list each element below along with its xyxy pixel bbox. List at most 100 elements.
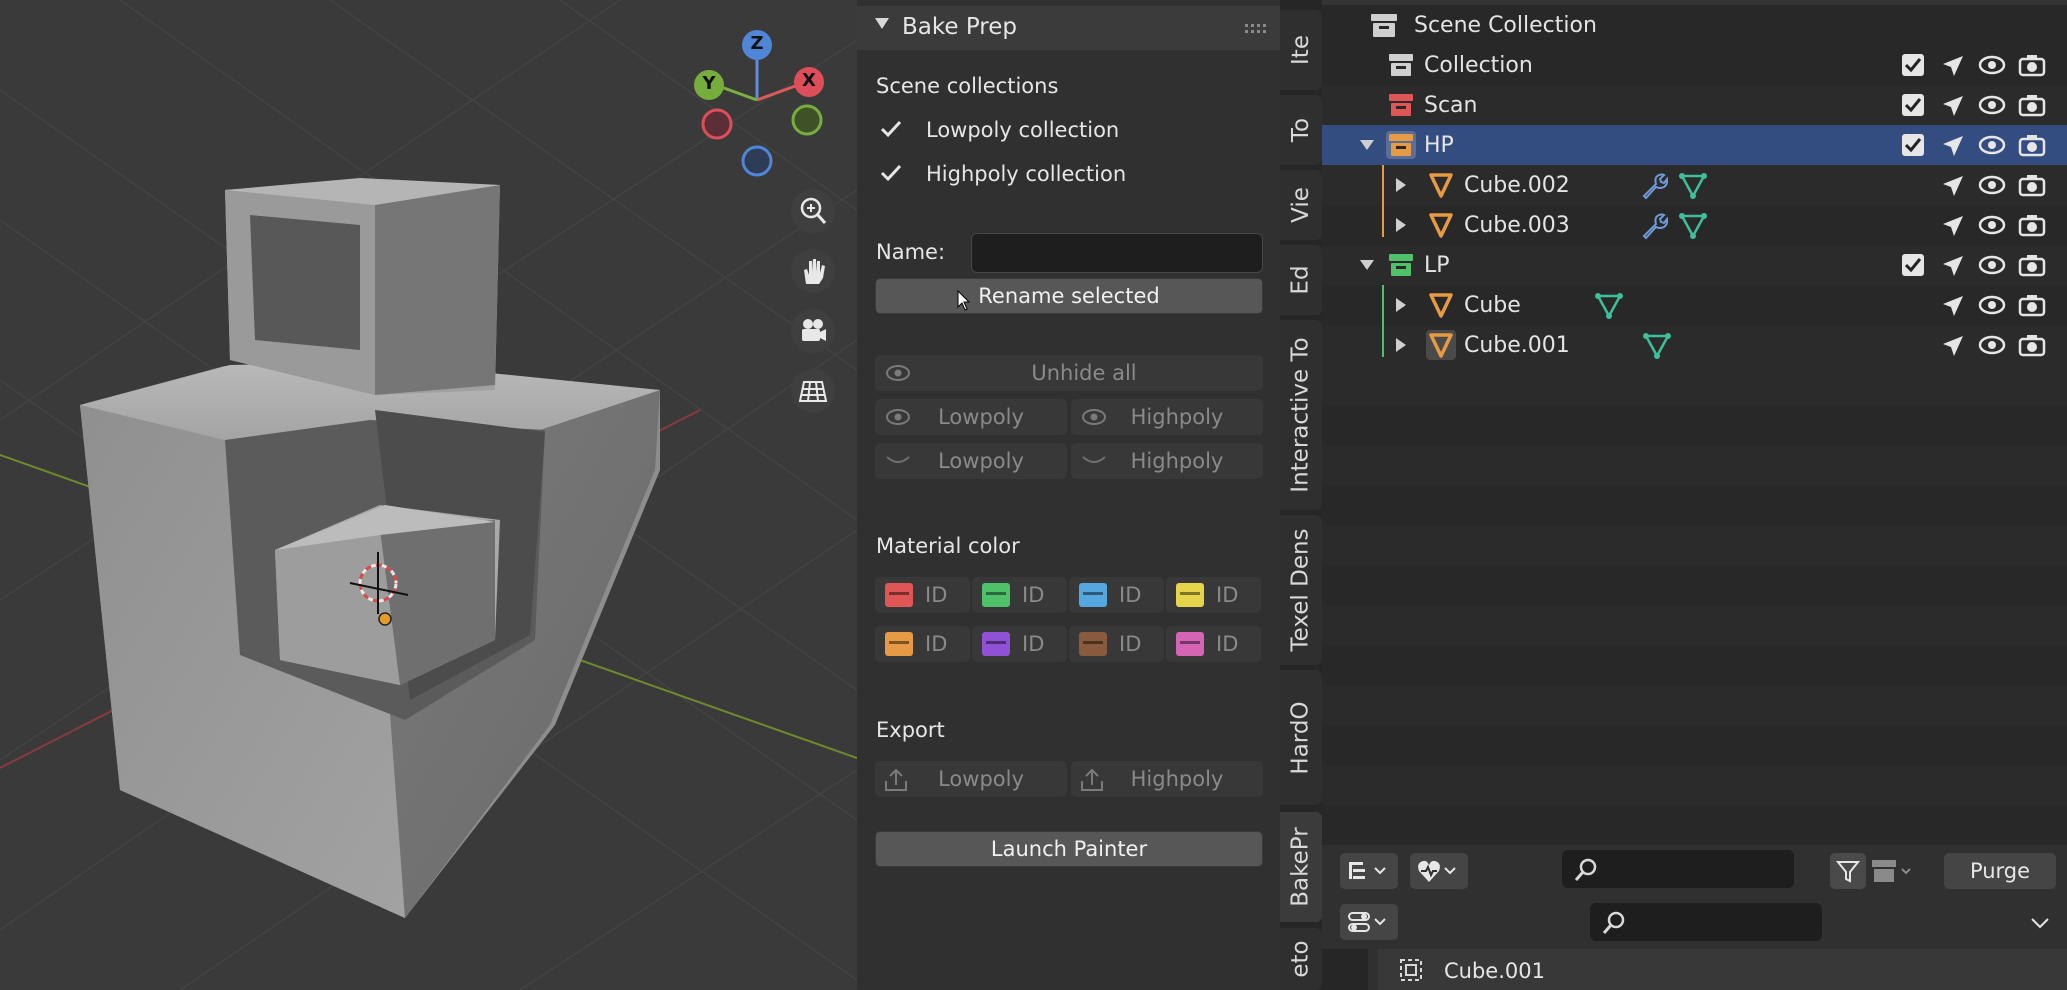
render-camera-icon[interactable] [2018,293,2046,317]
show-highpoly-button[interactable]: Highpoly [1071,399,1263,435]
hide-lowpoly-button[interactable]: Lowpoly [875,443,1067,479]
mesh-data-icon[interactable] [1678,212,1708,240]
material-id-button[interactable]: ID [1166,577,1261,613]
tab-interactive-tools[interactable]: Interactive To [1280,320,1322,510]
highpoly-collection-label: Highpoly collection [926,162,1127,186]
collection-row[interactable]: HP [1322,125,2067,165]
exclude-checkbox[interactable] [1902,94,1924,116]
object-row[interactable]: Cube [1322,285,2067,325]
tab-tool[interactable]: To [1280,95,1322,165]
wrench-modifier-icon[interactable] [1638,212,1668,240]
render-camera-icon[interactable] [2018,93,2046,117]
select-arrow-icon[interactable] [1941,294,1965,318]
collapse-arrow-icon[interactable] [875,18,889,29]
eye-icon[interactable] [1978,175,2006,195]
material-id-button[interactable]: ID [1069,626,1164,662]
material-id-button[interactable]: ID [972,626,1067,662]
select-arrow-icon[interactable] [1941,54,1965,78]
tab-edit[interactable]: Ed [1280,245,1322,315]
expand-right-icon[interactable] [1396,298,1406,312]
material-id-button[interactable]: ID [972,577,1067,613]
select-arrow-icon[interactable] [1941,254,1965,278]
hand-pan-icon[interactable] [791,249,835,293]
render-camera-icon[interactable] [2018,213,2046,237]
collection-row[interactable]: Scan [1322,85,2067,125]
render-camera-icon[interactable] [2018,253,2046,277]
mesh-data-icon[interactable] [1642,332,1672,360]
new-collection-dropdown[interactable] [1868,853,1916,889]
outliner-search-input[interactable] [1562,850,1794,888]
export-lowpoly-button[interactable]: Lowpoly [875,761,1067,797]
wrench-modifier-icon[interactable] [1638,172,1668,200]
material-id-button[interactable]: ID [1166,626,1261,662]
expand-right-icon[interactable] [1396,338,1406,352]
mesh-data-icon[interactable] [1678,172,1708,200]
select-arrow-icon[interactable] [1941,334,1965,358]
eye-icon[interactable] [1978,135,2006,155]
grid-perspective-icon[interactable] [791,369,835,413]
select-arrow-icon[interactable] [1941,174,1965,198]
render-camera-icon[interactable] [2018,333,2046,357]
exclude-checkbox[interactable] [1902,134,1924,156]
editor-type-dropdown[interactable] [1340,904,1398,940]
eye-icon[interactable] [1978,215,2006,235]
name-input[interactable] [971,233,1263,273]
expand-right-icon[interactable] [1396,218,1406,232]
eye-icon[interactable] [1978,55,2006,75]
tab-more[interactable]: eto [1280,928,1322,990]
chevron-down-icon[interactable] [2022,905,2058,941]
eye-icon[interactable] [1978,255,2006,275]
launch-painter-button[interactable]: Launch Painter [875,831,1263,867]
highpoly-check-icon[interactable] [879,162,903,184]
eye-icon[interactable] [1978,95,2006,115]
drag-handle-icon[interactable] [1245,24,1269,34]
object-row[interactable]: Cube.002 [1322,165,2067,205]
lowpoly-check-icon[interactable] [879,118,903,140]
color-swatch-icon [982,583,1010,607]
tab-hardops[interactable]: HardO [1280,670,1322,805]
tab-texel-density[interactable]: Texel Dens [1280,515,1322,665]
filter-icon[interactable] [1830,853,1866,889]
exclude-checkbox[interactable] [1902,254,1924,276]
select-arrow-icon[interactable] [1941,214,1965,238]
purge-button[interactable]: Purge [1944,853,2056,889]
show-lowpoly-button[interactable]: Lowpoly [875,399,1067,435]
tab-item[interactable]: Ite [1280,10,1322,90]
exclude-checkbox[interactable] [1902,54,1924,76]
render-camera-icon[interactable] [2018,173,2046,197]
eye-icon[interactable] [1978,295,2006,315]
material-id-button[interactable]: ID [875,626,970,662]
expand-right-icon[interactable] [1396,178,1406,192]
render-camera-icon[interactable] [2018,133,2046,157]
scene-collection-row[interactable]: Scene Collection [1322,5,2067,45]
filter-status-dropdown[interactable] [1410,853,1468,889]
render-camera-icon[interactable] [2018,53,2046,77]
material-id-button[interactable]: ID [1069,577,1164,613]
zoom-icon[interactable] [791,189,835,233]
collection-row[interactable]: LP [1322,245,2067,285]
3d-viewport[interactable]: Z Y X [0,0,857,990]
material-id-label: ID [925,632,948,656]
material-id-button[interactable]: ID [875,577,970,613]
display-mode-dropdown[interactable] [1340,853,1398,889]
expand-down-icon[interactable] [1360,260,1374,270]
color-swatch-icon [885,632,913,656]
mesh-data-icon[interactable] [1594,292,1624,320]
rename-selected-button[interactable]: Rename selected [875,278,1263,314]
tab-bakeprep[interactable]: BakePr [1280,812,1322,922]
panel-header[interactable]: Bake Prep [857,6,1280,50]
unhide-all-button[interactable]: Unhide all [875,355,1263,391]
properties-search-input[interactable] [1590,903,1822,941]
hide-highpoly-button[interactable]: Highpoly [1071,443,1263,479]
tab-view[interactable]: Vie [1280,170,1322,240]
expand-down-icon[interactable] [1360,140,1374,150]
export-highpoly-button[interactable]: Highpoly [1071,761,1263,797]
select-arrow-icon[interactable] [1941,134,1965,158]
scene-collection-icon [1371,14,1397,37]
collection-row[interactable]: Collection [1322,45,2067,85]
eye-icon[interactable] [1978,335,2006,355]
object-row[interactable]: Cube.001 [1322,325,2067,365]
select-arrow-icon[interactable] [1941,94,1965,118]
camera-icon[interactable] [791,309,835,353]
object-row[interactable]: Cube.003 [1322,205,2067,245]
